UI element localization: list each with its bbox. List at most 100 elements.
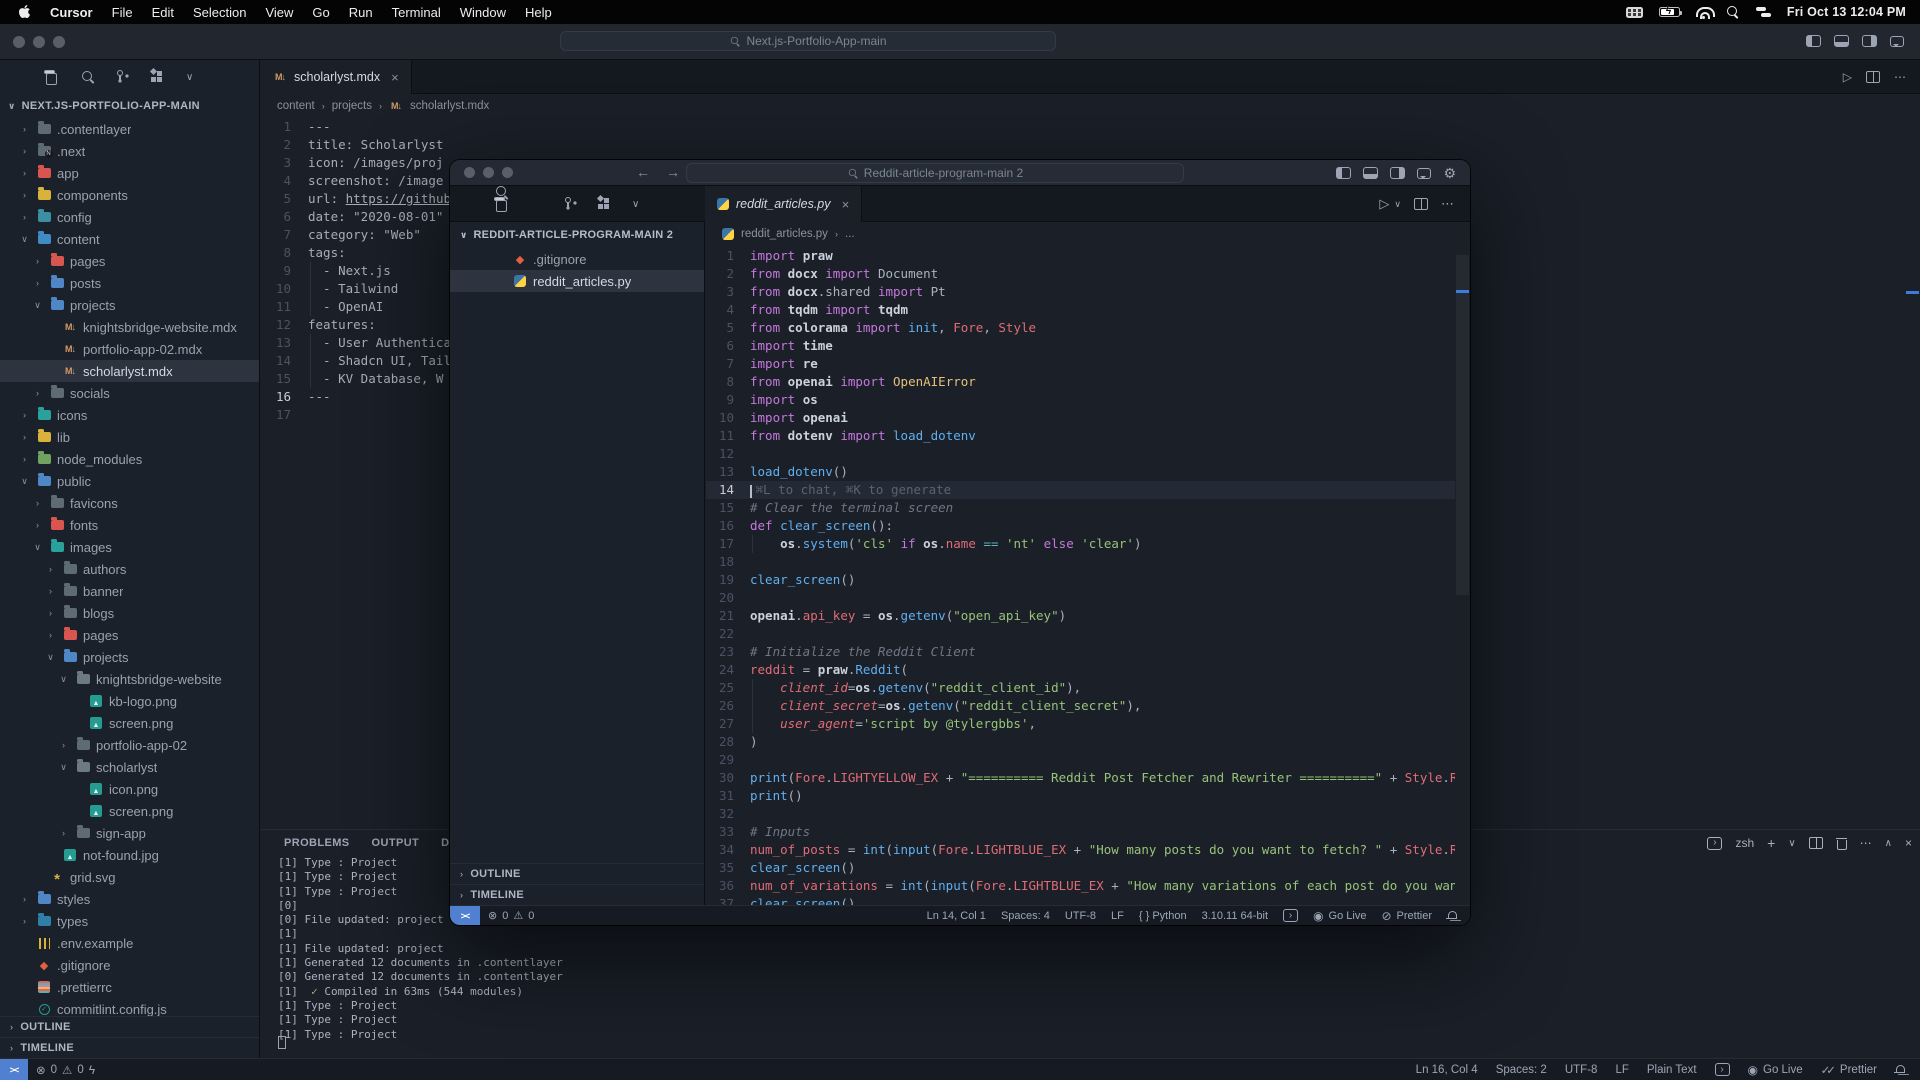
- code-line-25[interactable]: 25 client_id=os.getenv("reddit_client_id…: [706, 679, 1455, 697]
- terminal-dropdown-icon[interactable]: ∨: [1788, 838, 1795, 849]
- bg-editor-scrollbar[interactable]: [1905, 96, 1920, 783]
- run-python-icon[interactable]: ▷: [1379, 196, 1389, 212]
- prettier[interactable]: ✓✓Prettier: [1821, 1063, 1877, 1077]
- eol[interactable]: LF: [1111, 910, 1124, 922]
- chevron-down-icon[interactable]: ∨: [186, 72, 193, 83]
- code-line-2[interactable]: 2title: Scholarlyst: [261, 136, 1904, 154]
- more-actions-icon[interactable]: ⋯: [1860, 836, 1872, 850]
- close-panel-icon[interactable]: ×: [1905, 836, 1912, 850]
- indentation[interactable]: Spaces: 2: [1496, 1064, 1547, 1076]
- encoding[interactable]: UTF-8: [1565, 1064, 1598, 1076]
- notifications-bell[interactable]: [1895, 1064, 1906, 1076]
- new-terminal-icon[interactable]: +: [1767, 835, 1775, 851]
- tree-item-portfolio-app-02-mdx[interactable]: M↓portfolio-app-02.mdx: [0, 338, 259, 360]
- source-control-icon[interactable]: [116, 70, 130, 85]
- go-live[interactable]: ◉Go Live: [1313, 910, 1366, 922]
- tree-item-grid-svg[interactable]: *grid.svg: [0, 866, 259, 888]
- tree-item-icons[interactable]: ›icons: [0, 404, 259, 426]
- code-line-8[interactable]: 8from openai import OpenAIError: [706, 373, 1455, 391]
- remote-indicator[interactable]: ><: [450, 906, 480, 925]
- indentation[interactable]: Spaces: 4: [1001, 910, 1050, 922]
- tree-item-screen-png[interactable]: ▲screen.png: [0, 800, 259, 822]
- tree-item-screen-png[interactable]: ▲screen.png: [0, 712, 259, 734]
- tab-scholarlyst-mdx[interactable]: M↓ scholarlyst.mdx ×: [261, 60, 412, 94]
- code-line-31[interactable]: 31print(): [706, 787, 1455, 805]
- code-line-22[interactable]: 22: [706, 625, 1455, 643]
- gear-icon[interactable]: ⚙: [1443, 166, 1456, 180]
- close-window-button[interactable]: [464, 167, 475, 178]
- zoom-window-button[interactable]: [53, 36, 65, 48]
- problems-status[interactable]: ⊗0 ⚠0: [488, 909, 534, 922]
- wifi-icon[interactable]: [1696, 7, 1711, 18]
- tree-item--next[interactable]: ›.next: [0, 140, 259, 162]
- menu-item-file[interactable]: File: [112, 5, 133, 20]
- minimize-window-button[interactable]: [33, 36, 45, 48]
- code-line-10[interactable]: 10import openai: [706, 409, 1455, 427]
- remote-indicator[interactable]: ><: [0, 1059, 28, 1080]
- outline-section[interactable]: › OUTLINE: [0, 1016, 259, 1037]
- lightning-icon[interactable]: ϟ: [89, 1064, 95, 1076]
- code-line-9[interactable]: 9import os: [706, 391, 1455, 409]
- code-line-12[interactable]: 12: [706, 445, 1455, 463]
- code-line-18[interactable]: 18: [706, 553, 1455, 571]
- more-actions-icon[interactable]: ⋯: [1894, 70, 1906, 84]
- language-mode[interactable]: { } Python: [1139, 910, 1187, 922]
- timeline-section[interactable]: › TIMELINE: [450, 884, 704, 905]
- tree-item-kb-logo-png[interactable]: ▲kb-logo.png: [0, 690, 259, 712]
- tree-item-types[interactable]: ›types: [0, 910, 259, 932]
- tree-item-icon-png[interactable]: ▲icon.png: [0, 778, 259, 800]
- tree-item-commitlint-config-js[interactable]: ✓commitlint.config.js: [0, 998, 259, 1016]
- code-line-26[interactable]: 26 client_secret=os.getenv("reddit_clien…: [706, 697, 1455, 715]
- problems-status[interactable]: ⊗0 ⚠0: [36, 1063, 84, 1077]
- keyboard-icon[interactable]: [1626, 7, 1643, 18]
- fg-project-root[interactable]: ∨ REDDIT-ARTICLE-PROGRAM-MAIN 2: [450, 222, 704, 248]
- tree-item-pages[interactable]: ›pages: [0, 250, 259, 272]
- close-tab-icon[interactable]: ×: [842, 197, 850, 212]
- menu-item-cursor[interactable]: Cursor: [50, 5, 93, 20]
- cursor-position[interactable]: Ln 16, Col 4: [1416, 1064, 1478, 1076]
- code-line-11[interactable]: 11from dotenv import load_dotenv: [706, 427, 1455, 445]
- tree-item-node-modules[interactable]: ›node_modules: [0, 448, 259, 470]
- tree-item-scholarlyst-mdx[interactable]: M↓scholarlyst.mdx: [0, 360, 259, 382]
- tree-item-reddit-articles-py[interactable]: reddit_articles.py: [450, 270, 704, 292]
- tree-item-favicons[interactable]: ›favicons: [0, 492, 259, 514]
- tree-item-not-found-jpg[interactable]: ▲not-found.jpg: [0, 844, 259, 866]
- timeline-section[interactable]: › TIMELINE: [0, 1037, 259, 1058]
- code-line-28[interactable]: 28): [706, 733, 1455, 751]
- tree-item-blogs[interactable]: ›blogs: [0, 602, 259, 624]
- code-line-35[interactable]: 35clear_screen(): [706, 859, 1455, 877]
- code-line-16[interactable]: 16def clear_screen():: [706, 517, 1455, 535]
- run-icon[interactable]: ▷: [1843, 70, 1852, 84]
- code-line-4[interactable]: 4from tqdm import tqdm: [706, 301, 1455, 319]
- code-line-13[interactable]: 13load_dotenv(): [706, 463, 1455, 481]
- search-icon[interactable]: [82, 71, 95, 84]
- battery-icon[interactable]: [1659, 7, 1680, 17]
- tree-item-lib[interactable]: ›lib: [0, 426, 259, 448]
- tree-item-socials[interactable]: ›socials: [0, 382, 259, 404]
- tree-item-images[interactable]: ∨images: [0, 536, 259, 558]
- maximize-panel-icon[interactable]: ∧: [1885, 838, 1892, 849]
- split-terminal-icon[interactable]: [1809, 837, 1823, 849]
- fg-breadcrumb[interactable]: reddit_articles.py› ...: [706, 222, 1470, 246]
- extensions-icon[interactable]: [151, 70, 165, 84]
- code-line-33[interactable]: 33# Inputs: [706, 823, 1455, 841]
- menu-item-go[interactable]: Go: [312, 5, 329, 20]
- explorer-icon[interactable]: [46, 70, 61, 85]
- tree-item-fonts[interactable]: ›fonts: [0, 514, 259, 536]
- code-line-37[interactable]: 37clear_screen(): [706, 895, 1455, 905]
- code-line-6[interactable]: 6import time: [706, 337, 1455, 355]
- split-editor-icon[interactable]: [1414, 198, 1428, 210]
- tree-item-app[interactable]: ›app: [0, 162, 259, 184]
- toggle-left-sidebar-icon[interactable]: [1336, 167, 1351, 179]
- eol[interactable]: LF: [1615, 1064, 1628, 1076]
- tree-item-knightsbridge-website[interactable]: ∨knightsbridge-website: [0, 668, 259, 690]
- tab-reddit-articles-py[interactable]: reddit_articles.py ×: [705, 186, 862, 222]
- code-line-34[interactable]: 34num_of_posts = int(input(Fore.LIGHTBLU…: [706, 841, 1455, 859]
- scrollbar-thumb[interactable]: [1456, 255, 1469, 595]
- menu-item-view[interactable]: View: [265, 5, 293, 20]
- code-line-36[interactable]: 36num_of_variations = int(input(Fore.LIG…: [706, 877, 1455, 895]
- terminal-icon[interactable]: ›: [1707, 837, 1722, 850]
- toggle-panel-icon[interactable]: [1834, 35, 1849, 47]
- tree-item-projects[interactable]: ∨projects: [0, 294, 259, 316]
- code-line-3[interactable]: 3from docx.shared import Pt: [706, 283, 1455, 301]
